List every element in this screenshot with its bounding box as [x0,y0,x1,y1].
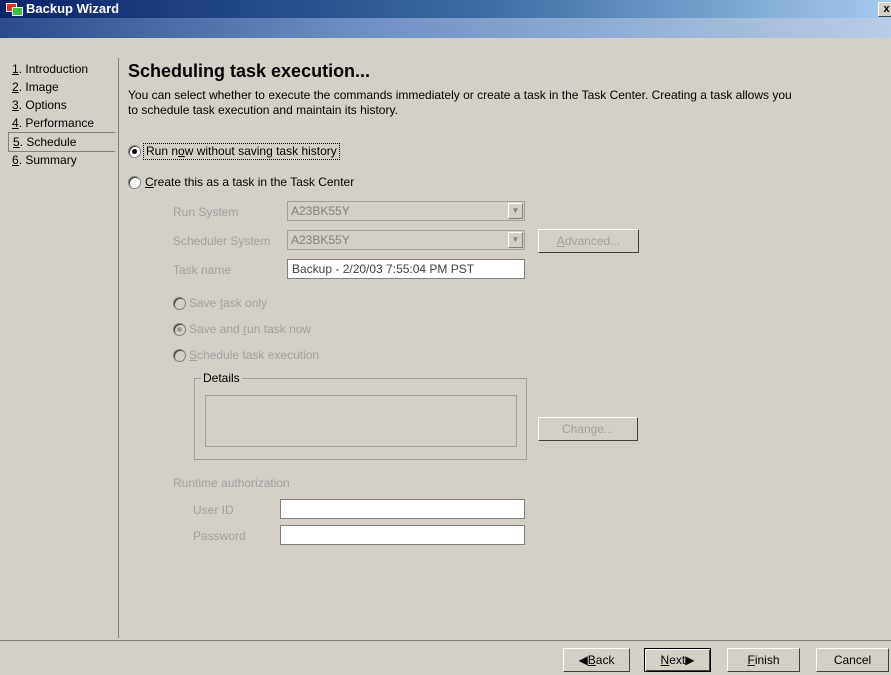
schedule-task-label[interactable]: Schedule task execution [189,348,319,363]
backup-wizard-window: Backup Wizard x 1. Introduction 2. Image… [0,0,891,675]
create-task-label[interactable]: Create this as a task in the Task Center [145,175,354,190]
window-title: Backup Wizard [26,1,120,16]
scheduler-system-value: A23BK55Y [291,233,350,247]
title-bar: Backup Wizard x [0,0,891,38]
next-button[interactable]: Next▶ [644,648,711,672]
save-task-only-label[interactable]: Save task only [189,296,267,311]
password-label: Password [193,529,246,543]
cancel-button[interactable]: Cancel [816,648,889,672]
save-task-only-radio[interactable] [173,297,186,310]
page-description: You can select whether to execute the co… [128,88,888,118]
run-now-label[interactable]: Run now without saving task history [143,143,340,160]
details-legend: Details [201,371,242,385]
user-id-label: User ID [193,503,234,517]
right-triangle-icon: ▶ [685,653,695,667]
wizard-step-list: 1. Introduction 2. Image 3. Options 4. P… [8,58,119,638]
scheduler-system-select[interactable]: A23BK55Y ▼ [287,230,525,250]
step-summary[interactable]: 6. Summary [8,151,118,169]
save-and-run-label[interactable]: Save and run task now [189,322,311,337]
password-field[interactable] [280,525,525,545]
back-button[interactable]: ◀Back [563,648,630,672]
step-options[interactable]: 3. Options [8,96,118,114]
advanced-button[interactable]: Advanced... [538,229,639,253]
change-button[interactable]: Change... [538,417,638,441]
close-icon[interactable]: x [878,2,891,17]
create-task-radio[interactable] [128,176,141,189]
runtime-authorization-label: Runtime authorization [173,476,290,490]
run-now-radio[interactable] [128,145,141,158]
run-system-label: Run System [173,205,239,219]
step-image[interactable]: 2. Image [8,78,118,96]
chevron-down-icon[interactable]: ▼ [508,232,523,248]
step-introduction[interactable]: 1. Introduction [8,60,118,78]
scheduler-system-label: Scheduler System [173,234,271,248]
run-system-select[interactable]: A23BK55Y ▼ [287,201,525,221]
left-triangle-icon: ◀ [578,653,588,667]
step-performance[interactable]: 4. Performance [8,114,118,132]
schedule-task-radio[interactable] [173,349,186,362]
backup-wizard-icon [6,3,23,16]
footer-divider [0,640,891,641]
description-line-1: You can select whether to execute the co… [128,88,792,102]
details-group: Details [194,371,527,460]
task-name-field[interactable]: Backup - 2/20/03 7:55:04 PM PST [287,259,525,279]
title-band [0,18,891,38]
task-name-label: Task name [173,263,232,277]
chevron-down-icon[interactable]: ▼ [508,203,523,219]
details-box [205,395,517,447]
run-system-value: A23BK55Y [291,204,350,218]
page-title: Scheduling task execution... [128,61,371,81]
step-schedule[interactable]: 5. Schedule [8,132,115,152]
finish-button[interactable]: Finish [727,648,800,672]
user-id-field[interactable] [280,499,525,519]
description-line-2: to schedule task execution and maintain … [128,103,398,117]
save-and-run-radio[interactable] [173,323,186,336]
